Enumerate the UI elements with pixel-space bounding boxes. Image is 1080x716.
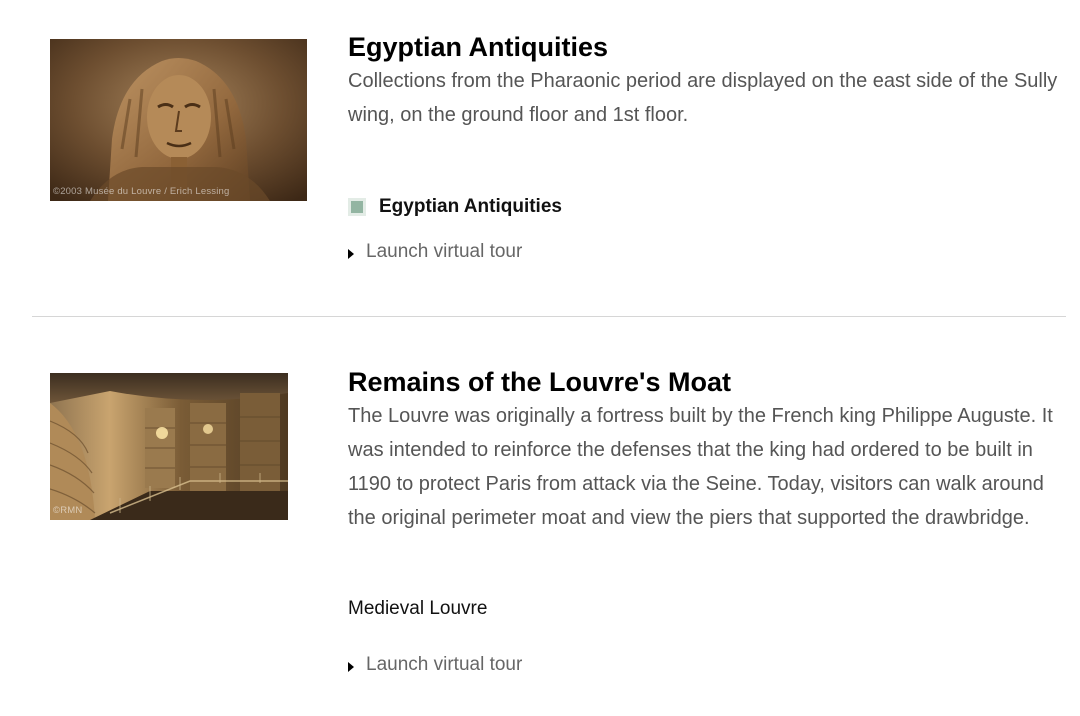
department-color-swatch [348,198,366,216]
moat-image [50,373,288,520]
image-credit: ©2003 Musée du Louvre / Erich Lessing [53,186,230,197]
play-triangle-icon [348,248,354,259]
department-link[interactable]: Egyptian Antiquities [348,195,562,219]
department-link[interactable]: Medieval Louvre [348,597,487,621]
launch-virtual-tour-link[interactable]: Launch virtual tour [348,240,522,264]
sphinx-thumbnail[interactable]: ©2003 Musée du Louvre / Erich Lessing [50,39,307,201]
entry-content: Egyptian Antiquities Collections from th… [348,30,1058,132]
collection-entry: ©2003 Musée du Louvre / Erich Lessing Eg… [0,0,1080,316]
entry-title[interactable]: Egyptian Antiquities [348,30,1058,64]
entry-description: Collections from the Pharaonic period ar… [348,70,1058,126]
entry-title[interactable]: Remains of the Louvre's Moat [348,365,1058,399]
sphinx-image [50,39,307,201]
moat-thumbnail[interactable]: ©RMN [50,373,288,520]
entry-description: The Louvre was originally a fortress bui… [348,405,1053,529]
launch-virtual-tour-link[interactable]: Launch virtual tour [348,653,522,677]
launch-virtual-tour-label: Launch virtual tour [366,654,523,675]
department-label: Medieval Louvre [348,598,488,619]
play-triangle-icon [348,661,354,672]
entry-content: Remains of the Louvre's Moat The Louvre … [348,365,1058,535]
collection-entry: ©RMN Remains of the Louvre's Moat The Lo… [0,318,1080,716]
image-credit: ©RMN [53,505,83,516]
department-label: Egyptian Antiquities [379,196,562,217]
section-divider [32,316,1066,317]
launch-virtual-tour-label: Launch virtual tour [366,241,523,262]
